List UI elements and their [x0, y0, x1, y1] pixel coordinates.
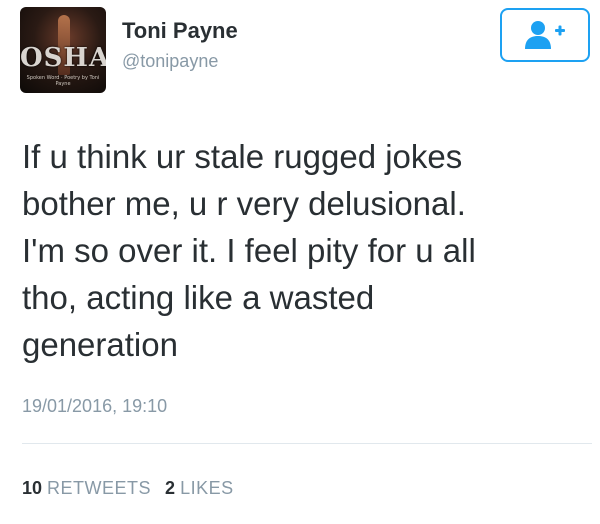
avatar[interactable]: OSHA Spoken Word · Poetry by Toni Payne — [20, 7, 106, 93]
tweet-line: I'm so over it. I feel pity for u all — [22, 232, 476, 269]
retweets-count: 10 — [22, 478, 43, 498]
add-user-icon — [525, 21, 565, 49]
divider — [22, 443, 592, 444]
user-handle[interactable]: @tonipayne — [122, 51, 218, 72]
likes-count: 2 — [165, 478, 176, 498]
retweets-stat[interactable]: 10 RETWEETS — [22, 478, 151, 499]
avatar-tagline: Spoken Word · Poetry by Toni Payne — [26, 75, 100, 87]
retweets-label: RETWEETS — [47, 478, 152, 498]
tweet-timestamp[interactable]: 19/01/2016, 19:10 — [22, 396, 167, 417]
tweet-line: generation — [22, 326, 178, 363]
avatar-logo-text: OSHA — [20, 43, 106, 73]
tweet-line: bother me, u r very delusional. — [22, 185, 466, 222]
likes-stat[interactable]: 2 LIKES — [165, 478, 234, 499]
tweet-line: tho, acting like a wasted — [22, 279, 375, 316]
likes-label: LIKES — [180, 478, 234, 498]
tweet-stats: 10 RETWEETS 2 LIKES — [22, 478, 234, 499]
tweet-text: If u think ur stale rugged jokes bother … — [22, 133, 582, 368]
follow-button[interactable] — [500, 8, 590, 62]
tweet-line: If u think ur stale rugged jokes — [22, 138, 463, 175]
display-name[interactable]: Toni Payne — [122, 18, 238, 44]
